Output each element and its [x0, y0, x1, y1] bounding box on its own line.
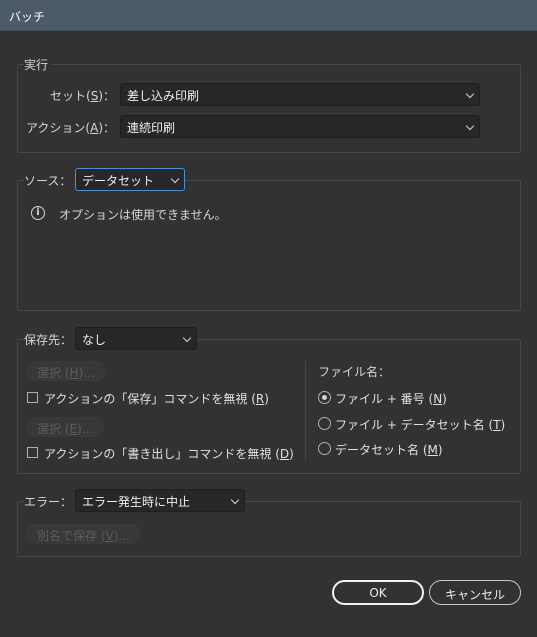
checkbox-box — [27, 392, 38, 403]
override-export-label: アクションの「書き出し」コマンドを無視 (D) — [44, 447, 294, 461]
chevron-down-icon — [465, 121, 475, 131]
chevron-down-icon — [465, 89, 475, 99]
errors-label: エラー： — [24, 493, 77, 510]
set-label: セット(S)： — [50, 89, 115, 103]
set-select-value: 差し込み印刷 — [127, 89, 200, 103]
radio-button — [318, 442, 331, 455]
source-info-text: オプションは使用できません。 — [59, 208, 227, 222]
chevron-down-icon — [182, 333, 192, 343]
action-select-value: 連続印刷 — [127, 121, 176, 135]
radio-dataset-name-label: データセット名 (M) — [335, 443, 443, 457]
source-label: ソース： — [24, 172, 76, 189]
chevron-down-icon — [170, 174, 180, 184]
play-group — [17, 64, 521, 153]
destination-select[interactable]: なし — [75, 327, 197, 350]
ok-button[interactable]: OK — [332, 580, 424, 605]
source-group — [17, 180, 521, 311]
override-save-label: アクションの「保存」コマンドを無視 (R) — [44, 392, 269, 406]
radio-file-number-label: ファイル + 番号 (N) — [335, 392, 447, 406]
play-legend: 実行 — [24, 56, 53, 73]
filename-label: ファイル名： — [318, 365, 391, 379]
source-select-value: データセット — [82, 174, 155, 188]
source-select[interactable]: データセット — [75, 168, 185, 191]
destination-label: 保存先： — [24, 331, 77, 348]
radio-button — [318, 417, 331, 430]
choose-button-1[interactable]: 選択 (H)... — [26, 361, 106, 381]
save-as-button[interactable]: 別名で保存 (V)... — [26, 524, 141, 544]
destination-select-value: なし — [82, 333, 107, 347]
radio-selected-dot — [322, 395, 327, 400]
window-title: バッチ — [9, 10, 46, 24]
set-select[interactable]: 差し込み印刷 — [120, 83, 480, 106]
chevron-down-icon — [230, 495, 240, 505]
action-select[interactable]: 連続印刷 — [120, 115, 480, 138]
title-bar: バッチ — [0, 0, 537, 31]
errors-select-value: エラー発生時に中止 — [82, 495, 191, 509]
info-icon: i — [31, 206, 45, 220]
column-divider — [305, 361, 306, 461]
checkbox-box — [27, 447, 38, 458]
cancel-button[interactable]: キャンセル — [429, 580, 521, 605]
action-label: アクション(A)： — [26, 121, 115, 135]
errors-select[interactable]: エラー発生時に中止 — [75, 489, 245, 512]
radio-button — [318, 391, 331, 404]
radio-file-dataset-name-label: ファイル + データセット名 (T) — [335, 418, 506, 432]
choose-button-2[interactable]: 選択 (E)... — [26, 417, 105, 437]
